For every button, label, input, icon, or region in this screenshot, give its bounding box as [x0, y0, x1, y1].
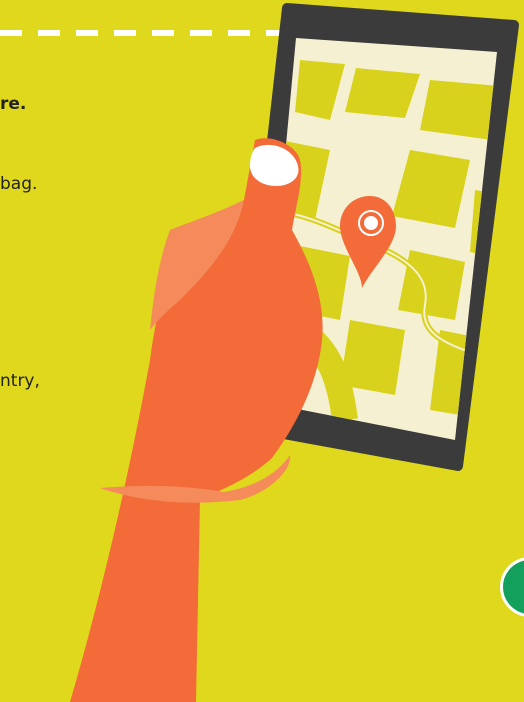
promo-panel: re. bag. ntry, [0, 0, 524, 702]
hand [70, 138, 323, 702]
hand-phone-illustration [70, 3, 519, 702]
